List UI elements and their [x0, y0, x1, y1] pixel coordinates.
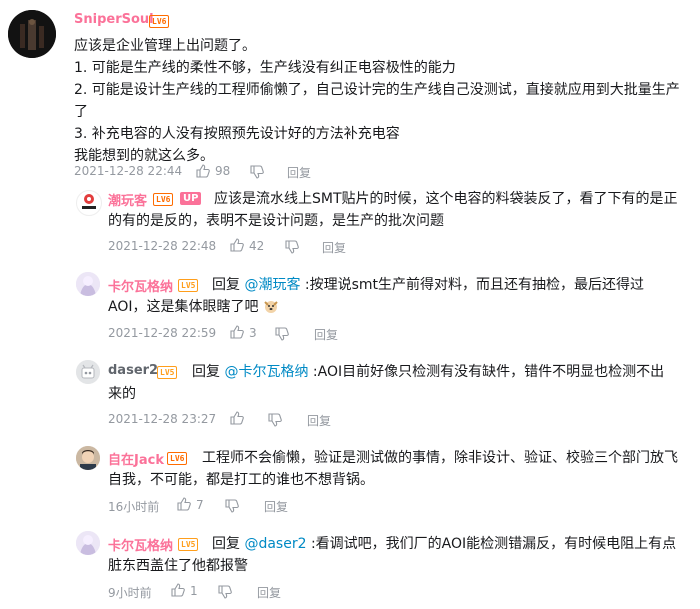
reply-text: 应该是流水线上SMT贴片的时候，这个电容的料袋装反了，看了下有的是正的有的是反的… — [108, 191, 678, 229]
reply-body: :按理说smt生产前得对料，而且还有抽检，最后还得过AOI，这是集体眼瞎了吧 — [108, 277, 645, 315]
mention-link[interactable]: @卡尔瓦格纳 — [224, 364, 308, 380]
level-badge: LV6 — [149, 15, 170, 28]
reply-button[interactable]: 回复 — [322, 239, 346, 256]
dislike-icon[interactable] — [250, 165, 264, 179]
like-icon[interactable] — [171, 583, 185, 597]
reply-button[interactable]: 回复 — [257, 584, 281, 601]
avatar-image — [76, 272, 100, 296]
avatar-image — [8, 10, 56, 58]
like-icon[interactable] — [196, 164, 210, 178]
avatar[interactable] — [76, 272, 100, 296]
reply-time: 2021-12-28 22:59 — [108, 326, 217, 340]
like-icon[interactable] — [230, 238, 244, 252]
avatar[interactable] — [76, 360, 100, 384]
comment-time: 2021-12-28 22:44 — [74, 164, 183, 178]
like-count: 1 — [190, 584, 198, 598]
dislike-icon[interactable] — [218, 585, 232, 599]
like-icon[interactable] — [230, 411, 244, 425]
reply-body: :看调试吧，我们厂的AOI能检测错漏反，有时候电阻上有点脏东西盖住了他都报警 — [108, 536, 677, 574]
comment-line: 3. 补充电容的人没有按照预先设计好的方法补充电容 — [74, 126, 400, 142]
comment-line: 2. 可能是设计生产线的工程师偷懒了，自己设计完的生产线自己没测试，直接就应用到… — [74, 82, 680, 120]
like-count: 3 — [249, 326, 257, 340]
reply-text: 回复 @卡尔瓦格纳 :AOI目前好像只检测有没有缺件，错件不明显也检测不出来的 — [108, 361, 673, 405]
reply-prefix: 回复 — [212, 277, 240, 293]
reply-button[interactable]: 回复 — [264, 498, 288, 515]
like-icon[interactable] — [177, 497, 191, 511]
reply-text: 工程师不会偷懒，验证是测试做的事情，除非设计、验证、校验三个部门放飞自我，不可能… — [108, 450, 678, 488]
avatar[interactable] — [76, 531, 100, 555]
like-count: 42 — [249, 239, 265, 253]
username[interactable]: SniperSoul — [74, 12, 154, 27]
like-count: 98 — [215, 164, 231, 178]
avatar-image — [76, 446, 100, 470]
reply-text: 回复 @潮玩客 :按理说smt生产前得对料，而且还有抽检，最后还得过AOI，这是… — [108, 274, 668, 318]
mention-link[interactable]: @潮玩客 — [244, 277, 300, 293]
avatar-image — [82, 194, 96, 209]
avatar[interactable] — [76, 446, 100, 470]
mention-link[interactable]: @daser2 — [244, 536, 306, 552]
avatar-image — [76, 360, 100, 384]
like-count: 7 — [196, 498, 204, 512]
avatar[interactable] — [8, 10, 56, 58]
dislike-icon[interactable] — [268, 413, 282, 427]
dog-emoji-icon — [264, 301, 278, 313]
dislike-icon[interactable] — [225, 499, 239, 513]
avatar-image — [76, 531, 100, 555]
reply-time: 2021-12-28 23:27 — [108, 412, 217, 426]
reply-text: 回复 @daser2 :看调试吧，我们厂的AOI能检测错漏反，有时候电阻上有点脏… — [108, 533, 683, 577]
reply-button[interactable]: 回复 — [314, 326, 338, 343]
comment-text: 应该是企业管理上出问题了。 1. 可能是生产线的柔性不够，生产线没有纠正电容极性… — [74, 35, 684, 167]
reply-time: 9小时前 — [108, 586, 152, 600]
reply-button[interactable]: 回复 — [307, 412, 331, 429]
reply-prefix: 回复 — [192, 364, 220, 380]
dislike-icon[interactable] — [285, 240, 299, 254]
reply-prefix: 回复 — [212, 536, 240, 552]
comment-line: 1. 可能是生产线的柔性不够，生产线没有纠正电容极性的能力 — [74, 60, 456, 76]
dislike-icon[interactable] — [275, 327, 289, 341]
reply-time: 16小时前 — [108, 500, 160, 514]
reply-button[interactable]: 回复 — [287, 164, 311, 181]
like-icon[interactable] — [230, 325, 244, 339]
comment-line: 应该是企业管理上出问题了。 — [74, 38, 256, 54]
avatar[interactable] — [76, 190, 102, 216]
reply-time: 2021-12-28 22:48 — [108, 239, 217, 253]
